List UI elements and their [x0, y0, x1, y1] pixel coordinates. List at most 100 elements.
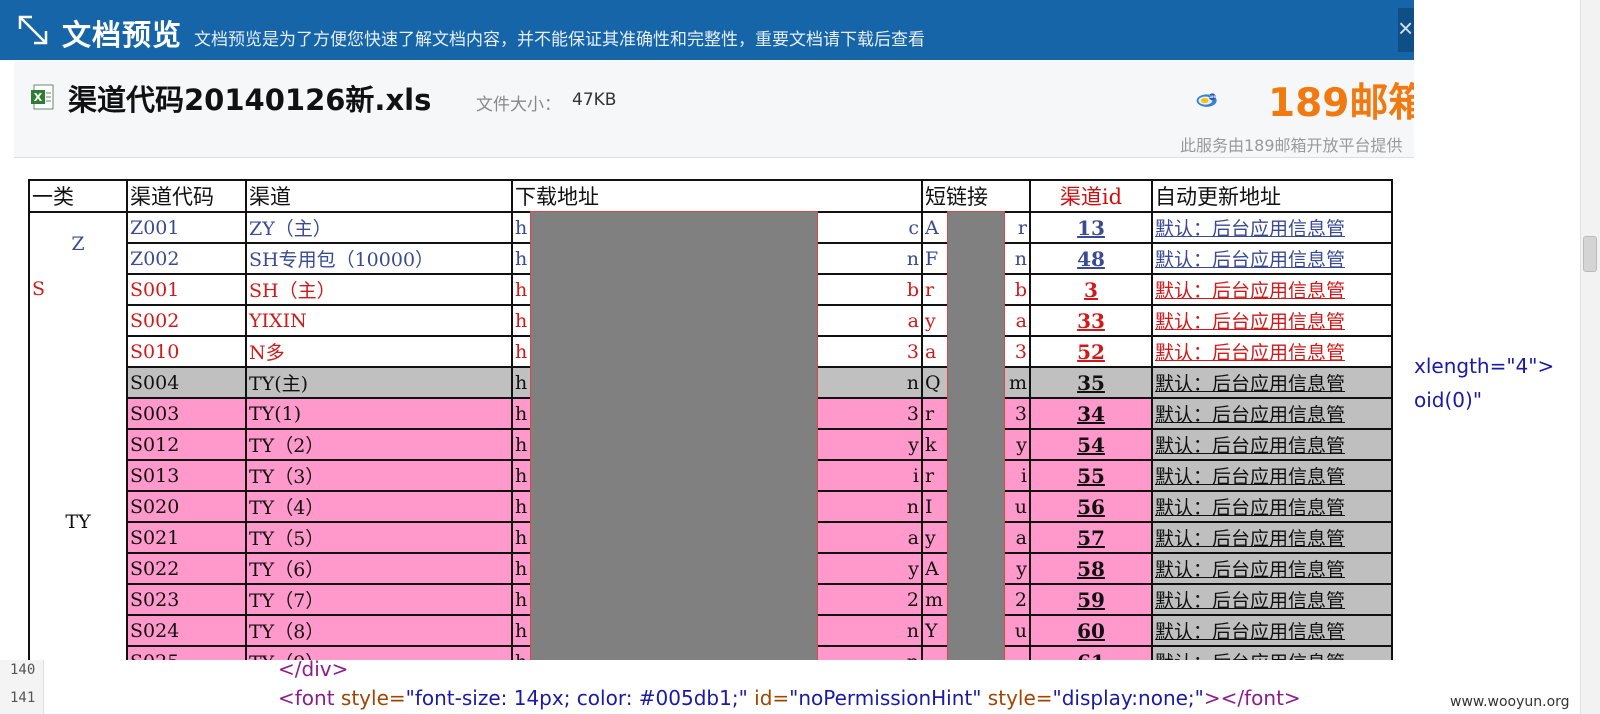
- short-link-end: u: [1014, 619, 1027, 642]
- short-link-start: r: [925, 464, 935, 487]
- column-header: 渠道: [245, 179, 513, 213]
- code-token: "noPermissionHint": [789, 686, 982, 710]
- channel-id-cell: 59: [1029, 583, 1153, 616]
- code-line[interactable]: <font style="font-size: 14px; color: #00…: [278, 686, 1301, 710]
- download-link-end: n: [906, 247, 919, 270]
- download-link-end: c: [908, 216, 919, 239]
- channel-cell: TY（6）: [245, 552, 513, 585]
- short-link-start: A: [925, 557, 939, 580]
- file-size-label: 文件大小：: [476, 95, 561, 115]
- auto-update-link[interactable]: 默认：后台应用信息管: [1151, 366, 1393, 399]
- expand-icon[interactable]: [16, 13, 50, 47]
- download-link-end: y: [908, 433, 919, 456]
- svg-text:X: X: [34, 91, 43, 104]
- column-header: 下载地址: [511, 179, 923, 213]
- download-link-start: h: [515, 216, 528, 239]
- channel-cell: N多: [245, 335, 513, 368]
- category-cell: Z: [28, 212, 127, 274]
- download-link-end: n: [907, 651, 919, 661]
- short-link-end: r: [1017, 216, 1027, 239]
- auto-update-link[interactable]: 默认：后台应用信息管: [1151, 614, 1393, 647]
- channel-code-cell: S013: [126, 459, 247, 492]
- channel-code-cell: S020: [126, 490, 247, 523]
- short-link-end: 2: [1014, 588, 1027, 611]
- auto-update-link[interactable]: 默认：后台应用信息管: [1151, 211, 1393, 244]
- close-icon[interactable]: ×: [1398, 8, 1414, 52]
- download-link-start: h: [515, 402, 528, 425]
- channel-id-cell: 61: [1029, 645, 1153, 660]
- preview-title-bar: 文档预览 文档预览是为了方便您快速了解文档内容，并不能保证其准确性和完整性，重要…: [0, 0, 1414, 60]
- download-link-start: h: [515, 309, 528, 332]
- auto-update-link[interactable]: 默认：后台应用信息管: [1151, 583, 1393, 616]
- channel-cell: TY（8）: [245, 614, 513, 647]
- channel-cell: ZY（主）: [245, 211, 513, 244]
- code-editor: 140 141 </div> <font style="font-size: 1…: [0, 657, 1600, 714]
- short-link-end: n: [1014, 247, 1027, 270]
- scrollbar-thumb[interactable]: [1583, 236, 1597, 272]
- short-link-start: k: [925, 433, 937, 456]
- channel-id-cell: 35: [1029, 366, 1153, 399]
- short-link-end: a: [1015, 309, 1027, 332]
- channel-cell: TY（7）: [245, 583, 513, 616]
- short-link-start: m: [925, 588, 944, 611]
- download-link-start: h: [515, 619, 528, 642]
- channel-id-cell: 3: [1029, 273, 1153, 306]
- download-link-start: h: [515, 526, 528, 549]
- channel-cell: SH专用包（10000）: [245, 242, 513, 275]
- redaction-block: [530, 211, 818, 660]
- channel-id-cell: 55: [1029, 459, 1153, 492]
- download-link-end: b: [906, 278, 919, 301]
- auto-update-link[interactable]: 默认：后台应用信息管: [1151, 552, 1393, 585]
- auto-update-link[interactable]: 默认：后台应用信息管: [1151, 335, 1393, 368]
- channel-id-cell: 58: [1029, 552, 1153, 585]
- auto-update-link[interactable]: 默认：后台应用信息管: [1151, 645, 1393, 660]
- channel-code-cell: S002: [126, 304, 247, 337]
- short-link-end: y: [1016, 433, 1027, 456]
- document-preview-modal: 文档预览 文档预览是为了方便您快速了解文档内容，并不能保证其准确性和完整性，重要…: [0, 0, 1414, 660]
- download-link-start: h: [515, 588, 528, 611]
- download-link-start: h: [515, 278, 528, 301]
- short-link-start: r: [925, 278, 935, 301]
- download-link-start: h: [515, 557, 528, 580]
- column-header: 一类: [28, 179, 128, 213]
- channel-cell: TY（5）: [245, 521, 513, 554]
- auto-update-link[interactable]: 默认：后台应用信息管: [1151, 397, 1393, 430]
- column-header: 短链接: [921, 179, 1031, 213]
- channel-cell: SH（主）: [245, 273, 513, 306]
- short-link-start: A: [925, 216, 939, 239]
- auto-update-link[interactable]: 默认：后台应用信息管: [1151, 273, 1393, 306]
- code-token: style=: [981, 686, 1053, 710]
- channel-id-cell: 48: [1029, 242, 1153, 275]
- channel-code-cell: S001: [126, 273, 247, 306]
- channel-cell: TY（4）: [245, 490, 513, 523]
- short-link-start: I: [925, 495, 933, 518]
- vertical-scrollbar[interactable]: [1580, 0, 1600, 714]
- auto-update-link[interactable]: 默认：后台应用信息管: [1151, 459, 1393, 492]
- file-size-value: 47KB: [572, 90, 617, 110]
- download-link-end: 3: [906, 340, 919, 363]
- channel-id-cell: 33: [1029, 304, 1153, 337]
- auto-update-link[interactable]: 默认：后台应用信息管: [1151, 428, 1393, 461]
- code-fragment: oid(0)": [1414, 388, 1483, 412]
- redaction-block: [947, 211, 1005, 660]
- short-link-start: y: [925, 309, 936, 332]
- channel-cell: TY(主): [245, 366, 513, 399]
- download-link-end: 3: [906, 402, 919, 425]
- short-link-end: a: [1015, 526, 1027, 549]
- channel-code-cell: S003: [126, 397, 247, 430]
- line-number: 141: [10, 690, 36, 706]
- auto-update-link[interactable]: 默认：后台应用信息管: [1151, 242, 1393, 275]
- table-header-row: 一类 渠道代码 渠道 下载地址 短链接 渠道id 自动更新地址: [28, 179, 1393, 213]
- code-token: style=: [334, 686, 406, 710]
- code-line[interactable]: </div>: [278, 657, 348, 681]
- channel-id-cell: 60: [1029, 614, 1153, 647]
- auto-update-link[interactable]: 默认：后台应用信息管: [1151, 490, 1393, 523]
- auto-update-link[interactable]: 默认：后台应用信息管: [1151, 304, 1393, 337]
- svg-text:189: 189: [1209, 95, 1216, 99]
- download-link-end: 2: [906, 588, 919, 611]
- channel-code-cell: S004: [126, 366, 247, 399]
- line-number: 140: [10, 662, 36, 678]
- auto-update-link[interactable]: 默认：后台应用信息管: [1151, 521, 1393, 554]
- category-cell: TY: [28, 367, 127, 660]
- channel-cell: YIXIN: [245, 304, 513, 337]
